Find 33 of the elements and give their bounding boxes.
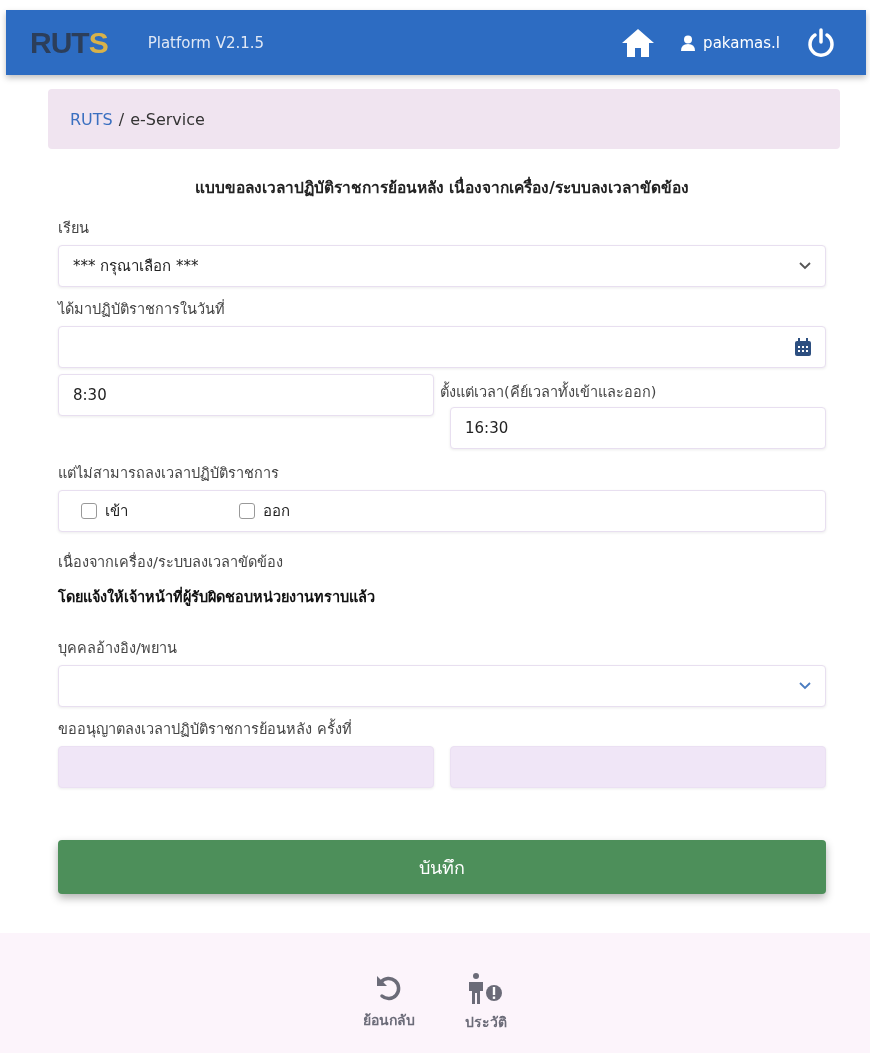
start-time-field[interactable]: 8:30	[58, 374, 434, 416]
field-label: แต่ไม่สามารถลงเวลาปฏิบัติราชการ	[58, 464, 280, 483]
chevron-icon	[799, 262, 811, 270]
breadcrumb-link[interactable]: RUTS	[70, 109, 113, 129]
checkbox[interactable]	[81, 503, 97, 519]
select-field[interactable]	[58, 665, 826, 707]
save-button[interactable]: บันทึก	[58, 840, 826, 894]
end-time-field[interactable]: 16:30	[450, 407, 826, 449]
note-text: โดยแจ้งให้เจ้าหน้าที่ผู้รับผิดชอบหน่วยงานทราบแล้ว	[58, 585, 826, 608]
user-icon	[681, 34, 696, 51]
breadcrumb-current: e-Service	[130, 109, 205, 129]
footer-button[interactable]: ย้อนกลับ	[363, 973, 415, 1031]
platform-version: Platform V2.1.5	[147, 33, 265, 52]
home-icon[interactable]	[621, 27, 656, 58]
form-title: แบบขอลงเวลาปฏิบัติราชการย้อนหลัง เนื่องจากเครื่อง/ระบบลงเวลาขัดข้อง	[58, 175, 826, 200]
checkbox-option[interactable]: เข้า	[81, 499, 231, 523]
select-field[interactable]: *** กรุณาเลือก ***	[58, 245, 826, 287]
field-label: เรียน	[58, 219, 90, 238]
checkbox-option[interactable]: ออก	[239, 499, 389, 523]
username[interactable]: pakamas.l	[703, 33, 780, 52]
note-text: เนื่องจากเครื่อง/ระบบลงเวลาขัดข้อง	[58, 551, 284, 572]
footer-button[interactable]: ประวัติ	[465, 973, 507, 1033]
field-label: ได้มาปฏิบัติราชการในวันที่	[58, 298, 226, 319]
checkbox[interactable]	[239, 503, 255, 519]
field-label: บุคคลอ้างอิง/พยาน	[58, 639, 178, 659]
chevron-icon	[799, 682, 811, 690]
power-icon[interactable]	[806, 27, 836, 58]
date-field[interactable]	[58, 326, 826, 368]
logo: RUTS	[30, 25, 108, 60]
breadcrumb-separator: /	[118, 109, 125, 129]
calendar-icon[interactable]	[795, 338, 811, 356]
field-label: ตั้งแต่เวลา(คีย์เวลาทั้งเข้าและออก)	[440, 380, 826, 403]
field-label: ขออนุญาตลงเวลาปฏิบัติราชการย้อนหลัง ครั้งที่	[58, 717, 826, 740]
